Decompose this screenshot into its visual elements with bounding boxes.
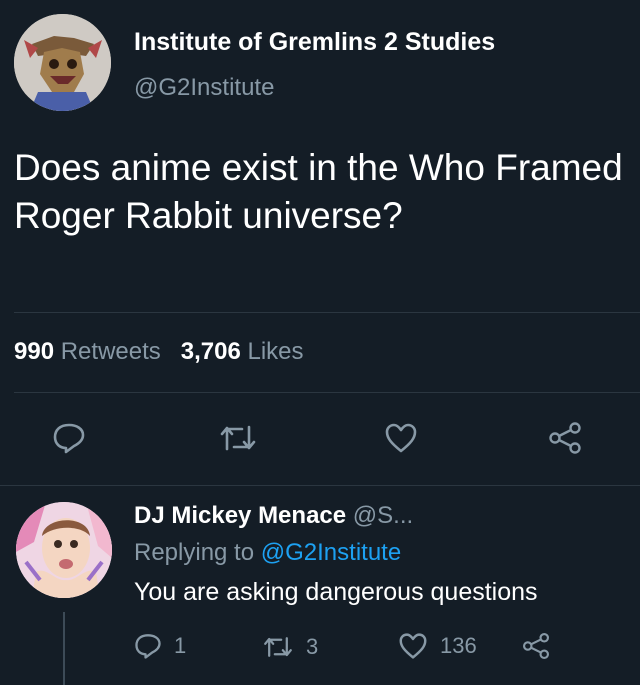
reply-icon [53, 423, 85, 454]
retweet-icon [220, 425, 256, 451]
share-button[interactable] [548, 421, 582, 455]
replying-prefix: Replying to [134, 539, 255, 566]
retweet-label[interactable]: Retweets [61, 338, 161, 365]
reply-author-avatar[interactable] [16, 502, 112, 598]
reply-like-count: 136 [440, 633, 477, 658]
dj-avatar-image [16, 502, 112, 598]
replying-to: Replying to @G2Institute [134, 539, 401, 567]
retweet-icon [264, 637, 292, 657]
like-button[interactable] [384, 422, 418, 454]
reply-reply-count: 1 [174, 633, 187, 658]
divider [0, 485, 640, 486]
tweet-stats: 990 Retweets 3,706 Likes [14, 338, 304, 366]
reply-like-button[interactable]: 136 [398, 632, 477, 660]
like-count[interactable]: 3,706 [181, 338, 241, 365]
heart-icon [399, 633, 427, 659]
gremlin-avatar-image [14, 14, 111, 111]
heart-icon [385, 423, 417, 453]
divider [14, 312, 640, 313]
reply-author[interactable]: DJ Mickey Menace @S... [134, 502, 413, 530]
thread-line [63, 612, 65, 685]
author-name[interactable]: Institute of Gremlins 2 Studies [134, 28, 495, 57]
reply-button[interactable] [52, 422, 86, 454]
reply-retweet-count: 3 [306, 634, 319, 659]
retweet-button[interactable] [218, 423, 258, 453]
reply-icon [135, 634, 161, 659]
replying-handle-link[interactable]: @G2Institute [261, 539, 401, 566]
author-handle[interactable]: @G2Institute [134, 74, 274, 102]
share-icon [549, 422, 581, 454]
retweet-count[interactable]: 990 [14, 338, 54, 365]
share-icon [522, 632, 550, 660]
reply-author-name[interactable]: DJ Mickey Menace [134, 502, 346, 529]
reply-author-handle[interactable]: @S... [353, 502, 413, 529]
reply-share-button[interactable] [522, 632, 550, 660]
reply-text: You are asking dangerous questions [134, 578, 538, 606]
reply-retweet-button[interactable]: 3 [262, 634, 318, 660]
like-label[interactable]: Likes [248, 338, 304, 365]
author-avatar[interactable] [14, 14, 111, 111]
reply-reply-button[interactable]: 1 [134, 632, 186, 660]
divider [14, 392, 640, 393]
tweet-text: Does anime exist in the Who Framed Roger… [14, 147, 623, 236]
